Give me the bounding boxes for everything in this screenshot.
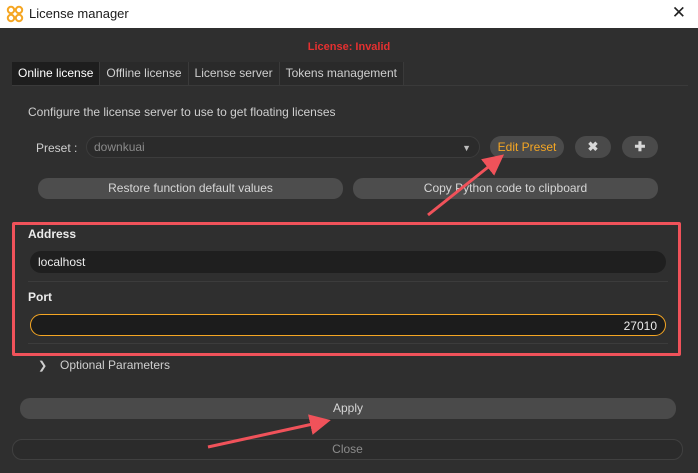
delete-icon: ✖ xyxy=(587,139,599,154)
port-label: Port xyxy=(28,290,52,304)
tab-offline-license[interactable]: Offline license xyxy=(100,62,189,85)
restore-defaults-button[interactable]: Restore function default values xyxy=(38,178,343,199)
chevron-down-icon: ▼ xyxy=(462,143,471,153)
tab-online-license[interactable]: Online license xyxy=(12,62,101,85)
server-description: Configure the license server to use to g… xyxy=(28,105,336,119)
apply-button[interactable]: Apply xyxy=(20,398,676,419)
license-tabs: Online license Offline license License s… xyxy=(12,62,404,85)
title-bar: License manager ✕ xyxy=(0,0,698,28)
close-button[interactable]: Close xyxy=(12,439,683,460)
optional-parameters-toggle[interactable]: ❯ Optional Parameters xyxy=(38,358,170,372)
divider xyxy=(28,281,668,282)
plus-icon: ✚ xyxy=(634,139,646,154)
copy-python-code-button[interactable]: Copy Python code to clipboard xyxy=(353,178,658,199)
delete-preset-button[interactable]: ✖ xyxy=(575,136,611,158)
divider xyxy=(28,343,668,344)
tabs-divider xyxy=(12,85,688,86)
preset-selected-value: downkuai xyxy=(94,140,145,154)
chevron-right-icon: ❯ xyxy=(38,360,48,372)
window-title: License manager xyxy=(29,6,129,21)
license-status: License: Invalid xyxy=(307,41,391,53)
preset-label: Preset : xyxy=(36,141,78,155)
window-close-icon[interactable]: ✕ xyxy=(672,3,686,23)
tab-license-server[interactable]: License server xyxy=(188,62,280,85)
preset-select[interactable]: downkuai ▼ xyxy=(86,136,480,158)
address-label: Address xyxy=(28,227,77,241)
add-preset-button[interactable]: ✚ xyxy=(622,136,658,158)
port-input[interactable]: 27010 xyxy=(30,314,666,336)
optional-parameters-label: Optional Parameters xyxy=(60,358,171,372)
tab-tokens-management[interactable]: Tokens management xyxy=(279,62,404,85)
address-input[interactable]: localhost xyxy=(30,251,666,273)
edit-preset-button[interactable]: Edit Preset xyxy=(490,136,564,158)
license-manager-app-icon xyxy=(6,5,24,23)
